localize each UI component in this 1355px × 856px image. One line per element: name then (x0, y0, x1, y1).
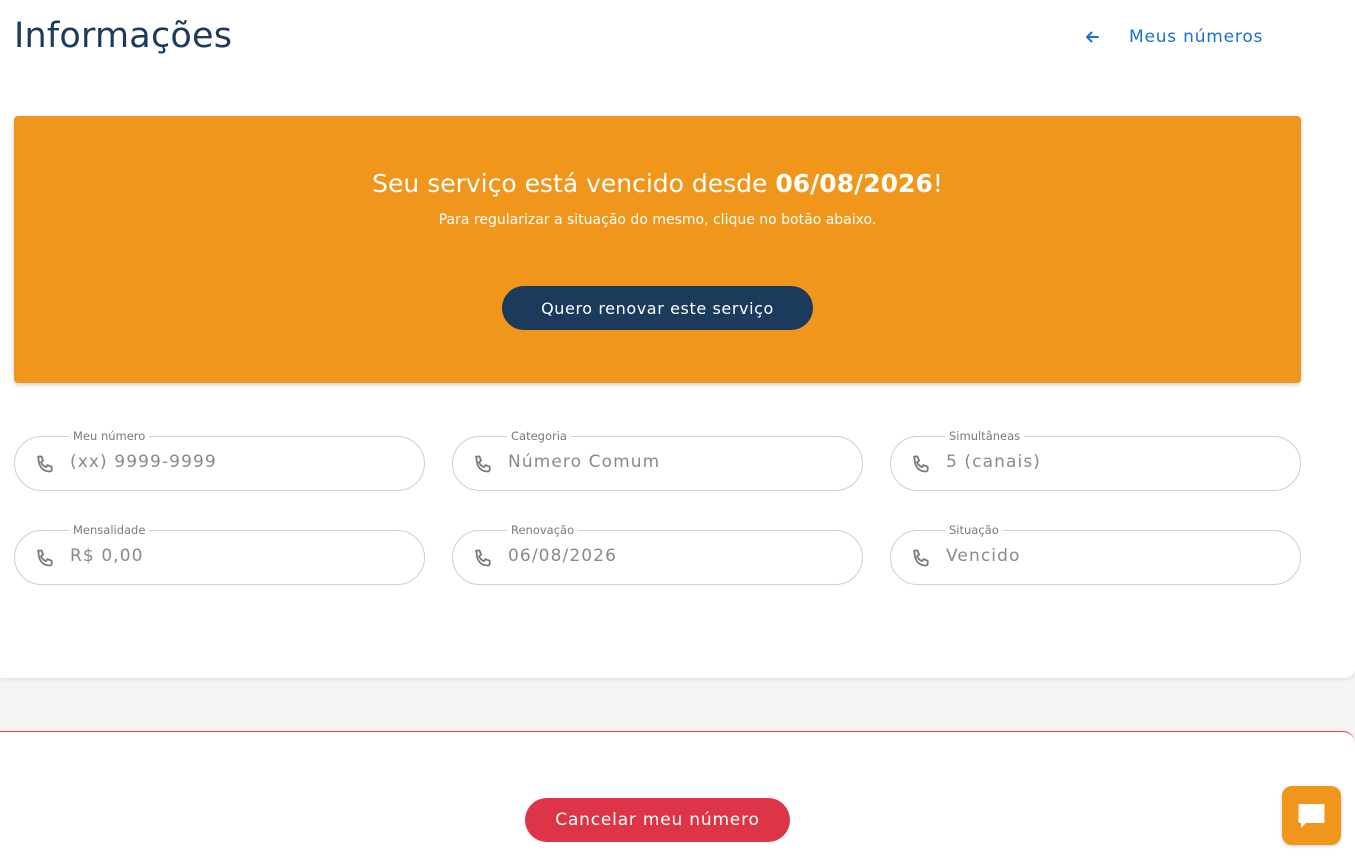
expired-service-banner: Seu serviço está vencido desde 06/08/202… (14, 116, 1301, 383)
phone-icon (913, 549, 929, 567)
phone-icon (913, 455, 929, 473)
field-label: Situação (945, 522, 1003, 538)
phone-icon (475, 455, 491, 473)
field-label: Renovação (507, 522, 579, 538)
field-value: Número Comum (508, 452, 661, 472)
arrow-left-icon (1086, 31, 1099, 43)
field-value: Vencido (946, 546, 1021, 566)
banner-title: Seu serviço está vencido desde 06/08/202… (14, 169, 1301, 198)
renew-service-button[interactable]: Quero renovar este serviço (502, 286, 813, 330)
field-value: (xx) 9999-9999 (70, 452, 217, 472)
field-status[interactable]: Situação Vencido (890, 522, 1301, 585)
field-renewal[interactable]: Renovação 06/08/2026 (452, 522, 863, 585)
banner-title-date: 06/08/2026 (775, 169, 933, 198)
field-my-number[interactable]: Meu número (xx) 9999-9999 (14, 428, 425, 491)
field-label: Categoria (507, 428, 571, 444)
banner-subtitle: Para regularizar a situação do mesmo, cl… (438, 212, 877, 228)
phone-icon (37, 549, 53, 567)
field-simultaneous[interactable]: Simultâneas 5 (canais) (890, 428, 1301, 491)
field-category[interactable]: Categoria Número Comum (452, 428, 863, 491)
chat-icon (1298, 804, 1325, 828)
banner-title-suffix: ! (932, 169, 943, 198)
field-value: R$ 0,00 (70, 546, 144, 566)
cancel-number-button[interactable]: Cancelar meu número (525, 798, 790, 842)
info-card: Informações Meus números Seu serviço est… (0, 0, 1355, 678)
chat-button[interactable] (1282, 786, 1341, 845)
field-label: Simultâneas (945, 428, 1025, 444)
field-label: Meu número (69, 428, 150, 444)
phone-icon (475, 549, 491, 567)
field-monthly-fee[interactable]: Mensalidade R$ 0,00 (14, 522, 425, 585)
my-numbers-link[interactable]: Meus números (1084, 27, 1263, 47)
my-numbers-link-label: Meus números (1129, 27, 1264, 47)
field-value: 5 (canais) (946, 452, 1042, 472)
field-value: 06/08/2026 (508, 546, 617, 566)
phone-icon (37, 455, 53, 473)
banner-title-prefix: Seu serviço está vencido desde (372, 169, 776, 198)
page-title: Informações (14, 16, 233, 56)
field-label: Mensalidade (69, 522, 150, 538)
